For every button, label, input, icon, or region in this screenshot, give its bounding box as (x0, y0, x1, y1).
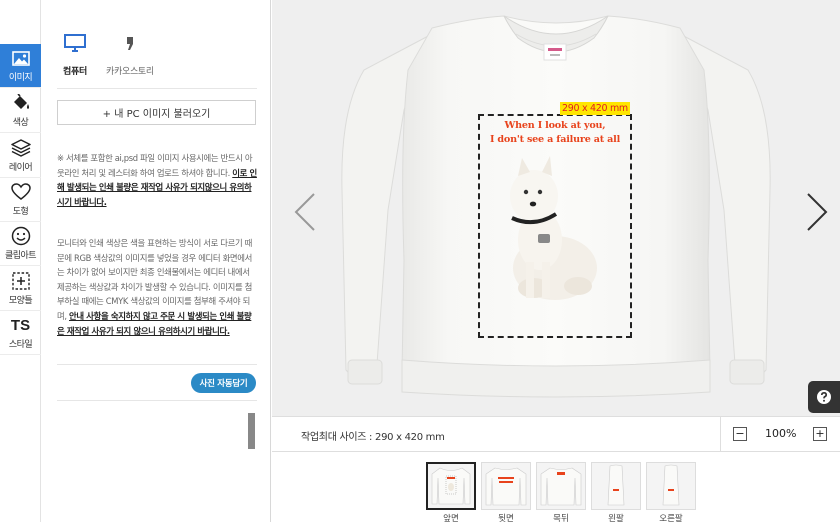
divider (57, 400, 257, 401)
rail-item-layer[interactable]: 레이어 (0, 134, 41, 178)
tab-label: 컴퓨터 (63, 67, 87, 77)
view-label-front: 앞면 (443, 514, 459, 522)
view-label-right-arm: 오른팔 (659, 514, 683, 522)
color-note-warning: 안내 사항을 숙지하지 않고 주문 시 발생되는 인쇄 불량은 재작업 사유가 … (57, 310, 252, 336)
thumb-neck-back[interactable] (536, 462, 586, 510)
rail-item-style[interactable]: TS 스타일 (0, 311, 41, 355)
image-icon (10, 48, 32, 68)
image-panel: 컴퓨터 카카오스토리 + 내 PC 이미지 불러오기 ※ 서체를 포함한 ai,… (41, 0, 271, 522)
zoom-in-button[interactable]: + (813, 427, 827, 441)
design-stage: 290 x 420 mm When I look at you, I don't… (272, 0, 840, 416)
heart-shape-icon (10, 182, 32, 202)
rail-item-label: 클립아트 (4, 251, 37, 261)
sweatshirt-front-thumb (431, 467, 471, 505)
text-style-icon: TS (10, 316, 31, 334)
sweatshirt-back-thumb (485, 467, 527, 506)
rail-item-label: 이미지 (8, 73, 33, 83)
print-text-line-1[interactable]: When I look at you, (472, 120, 638, 131)
max-size-label: 작업최대 사이즈 : 290 x 420 mm (301, 432, 445, 443)
sweatshirt-right-arm-thumb (662, 464, 680, 506)
rail-item-label: 도형 (12, 207, 29, 217)
zoom-level: 100% (765, 427, 797, 440)
help-icon (817, 390, 831, 404)
rail-item-clipart[interactable]: 클립아트 (0, 222, 41, 266)
color-note-text: 모니터와 인쇄 색상은 색을 표현하는 방식이 서로 다르기 때문에 RGB 색… (57, 238, 253, 321)
tab-label: 카카오스토리 (106, 67, 154, 77)
thumb-back[interactable] (481, 462, 531, 510)
tab-kakaostory[interactable]: 카카오스토리 (106, 34, 154, 77)
chevron-left-icon (294, 193, 315, 231)
view-thumbnails: 앞면 뒷면 목뒤 왼팔 오른팔 (272, 452, 840, 522)
thumb-left-arm[interactable] (591, 462, 641, 510)
auto-photo-button[interactable]: 사진 자동담기 (191, 373, 256, 393)
divider (57, 364, 257, 365)
upload-note-text: ※ 서체를 포함한 ai,psd 파일 이미지 사용시에는 반드시 아웃라인 처… (57, 153, 253, 178)
help-button[interactable] (808, 381, 840, 413)
upload-pc-image-button[interactable]: + 내 PC 이미지 불러오기 (57, 100, 256, 125)
view-label-left-arm: 왼팔 (608, 514, 624, 522)
layers-icon (10, 138, 32, 158)
tab-computer[interactable]: 컴퓨터 (63, 34, 87, 77)
rail-item-label: 레이어 (8, 163, 33, 173)
chevron-right-icon (807, 193, 828, 231)
kakaostory-icon (119, 34, 141, 56)
rail-item-label: 색상 (12, 118, 29, 128)
zoom-out-button[interactable]: − (733, 427, 747, 441)
info-bar: 작업최대 사이즈 : 290 x 420 mm − 100% + (272, 416, 840, 452)
rail-item-shape[interactable]: 도형 (0, 178, 41, 222)
rail-item-frame[interactable]: 모양틀 (0, 267, 41, 311)
rail-item-image[interactable]: 이미지 (0, 44, 41, 88)
rail-item-label: 스타일 (8, 340, 33, 350)
print-area[interactable] (478, 114, 632, 338)
rail-item-color[interactable]: 색상 (0, 89, 41, 133)
print-text-line-2[interactable]: I don't see a failure at all (472, 134, 638, 145)
view-label-back: 뒷면 (498, 514, 514, 522)
print-size-tag: 290 x 420 mm (560, 102, 630, 115)
panel-scrollbar[interactable] (248, 413, 255, 449)
thumb-right-arm[interactable] (646, 462, 696, 510)
monitor-icon (63, 34, 86, 56)
tool-rail: 이미지 색상 레이어 도형 클립아트 모양틀 TS 스타일 (0, 0, 41, 522)
prev-view-arrow[interactable] (290, 190, 320, 234)
paint-bucket-icon (10, 93, 32, 113)
rail-item-label: 모양틀 (8, 296, 33, 306)
smiley-icon (10, 226, 32, 246)
thumb-front[interactable] (426, 462, 476, 510)
upload-note: ※ 서체를 포함한 ai,psd 파일 이미지 사용시에는 반드시 아웃라인 처… (57, 151, 257, 209)
sweatshirt-left-arm-thumb (607, 464, 625, 506)
frame-icon (10, 271, 32, 291)
divider (720, 417, 721, 452)
next-view-arrow[interactable] (802, 190, 832, 234)
color-note: 모니터와 인쇄 색상은 색을 표현하는 방식이 서로 다르기 때문에 RGB 색… (57, 236, 257, 338)
sweatshirt-neck-thumb (540, 467, 582, 506)
divider (57, 88, 257, 89)
view-label-neck: 목뒤 (553, 514, 569, 522)
